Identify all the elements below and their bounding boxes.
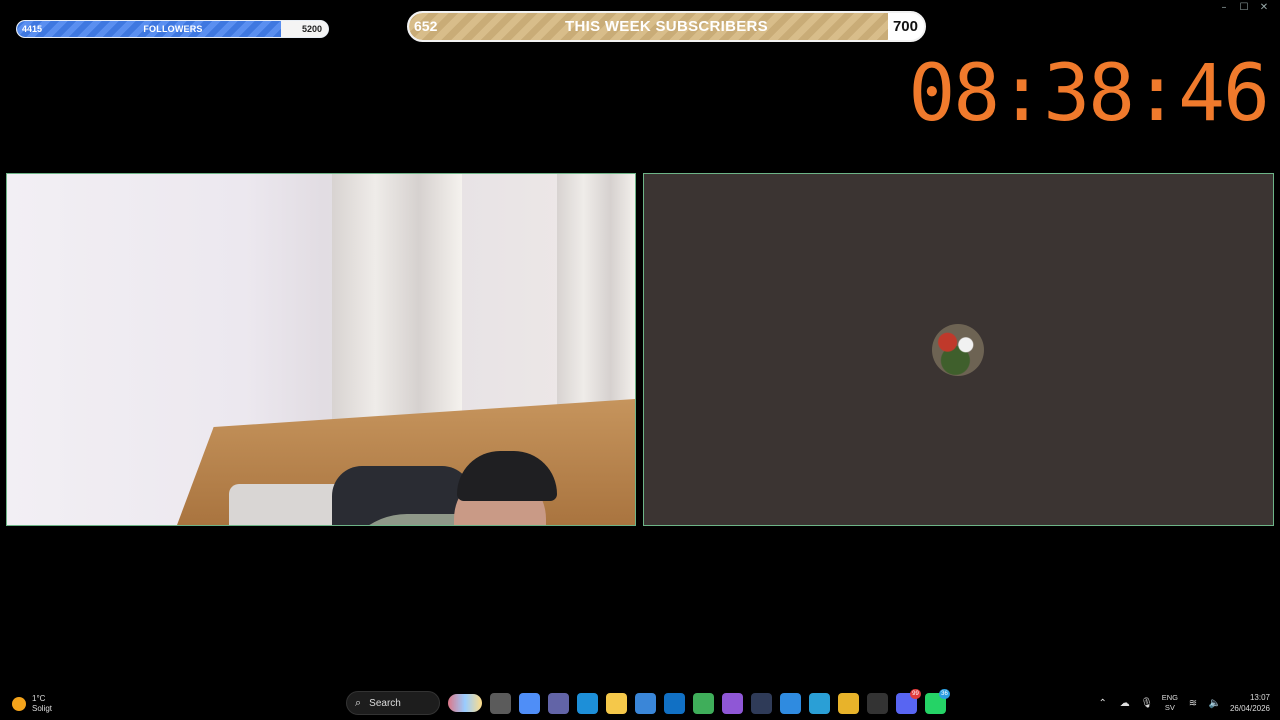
subscribers-title: THIS WEEK SUBSCRIBERS — [565, 18, 768, 35]
edge-icon[interactable] — [577, 692, 598, 714]
search-highlight-icon[interactable] — [448, 694, 482, 712]
search-label: Search — [369, 697, 401, 709]
sun-icon — [12, 697, 26, 711]
language-code: ENG — [1161, 693, 1178, 702]
webcam-panel — [6, 173, 636, 526]
weather-condition: Soligt — [32, 704, 53, 713]
followers-goal: 5200 — [301, 24, 322, 34]
chevron-up-icon[interactable]: ⌃ — [1096, 698, 1110, 709]
minimize-button[interactable]: – — [1214, 2, 1234, 14]
weather-widget[interactable]: 1°C Soligt — [12, 694, 52, 714]
input-language[interactable]: ENG SV — [1162, 693, 1178, 713]
countdown-clock: 08:38:46 — [908, 49, 1270, 139]
system-tray: ⌃ ☁ 🎙 ENG SV ≋ 🔈 13:07 26/04/2026 — [1096, 692, 1270, 714]
wifi-icon[interactable]: ≋ — [1186, 698, 1200, 709]
followers-title: FOLLOWERS — [143, 24, 203, 34]
subscribers-goal: 700 — [892, 18, 918, 35]
taskbar-time: 13:07 — [1249, 693, 1270, 702]
followers-goal-bar: 4415 FOLLOWERS 5200 — [16, 20, 329, 38]
taskbar-apps: ⌕ Search 99 36 — [320, 688, 950, 715]
windows-taskbar: 1°C Soligt ⌕ Search 99 36 ⌃ ☁ 🎙 ENG SV ≋ … — [0, 688, 1280, 720]
folder-icon[interactable] — [606, 692, 627, 714]
whatsapp-icon[interactable]: 36 — [925, 688, 950, 714]
region-code: SV — [1164, 703, 1175, 712]
app-cube-icon[interactable] — [751, 692, 772, 714]
discord-user-avatar[interactable] — [932, 324, 984, 376]
maximize-button[interactable]: ☐ — [1234, 2, 1254, 14]
photos-icon[interactable] — [780, 692, 801, 714]
search-icon: ⌕ — [355, 696, 362, 709]
teams-icon[interactable] — [548, 692, 569, 714]
windows-start-icon[interactable] — [320, 694, 338, 712]
copilot-icon[interactable] — [519, 692, 540, 714]
clock-date[interactable]: 13:07 26/04/2026 — [1230, 692, 1270, 714]
stream-overlay: – ☐ ✕ 4415 FOLLOWERS 5200 652 THIS WEEK … — [0, 0, 1280, 720]
discord-call-panel — [643, 173, 1274, 526]
notification-badge: 36 — [939, 688, 950, 699]
microphone-icon[interactable]: 🎙 — [1140, 698, 1154, 709]
webcam-curtain — [332, 174, 462, 444]
taskbar-date: 26/04/2026 — [1229, 704, 1270, 713]
speaker-icon[interactable]: 🔈 — [1208, 698, 1222, 709]
subscribers-goal-bar: 652 THIS WEEK SUBSCRIBERS 700 — [407, 11, 926, 42]
cloud-icon[interactable]: ☁ — [1118, 698, 1132, 709]
weather-text: 1°C Soligt — [32, 694, 52, 714]
obs-icon[interactable] — [867, 692, 888, 714]
taskbar-search-box[interactable]: ⌕ Search — [346, 691, 440, 715]
shield-icon[interactable] — [693, 692, 714, 714]
notification-badge: 99 — [910, 688, 921, 699]
close-button[interactable]: ✕ — [1254, 2, 1274, 14]
chrome-icon[interactable] — [838, 692, 859, 714]
discord-icon[interactable]: 99 — [896, 688, 921, 714]
window-controls: – ☐ ✕ — [1214, 2, 1274, 14]
outlook-icon[interactable] — [664, 692, 685, 714]
store-icon[interactable] — [635, 692, 656, 714]
weather-temperature: 1°C — [32, 694, 46, 703]
m365-icon[interactable] — [722, 692, 743, 714]
whiteboard-icon[interactable] — [809, 692, 830, 714]
file-explorer-files-icon[interactable] — [490, 692, 511, 714]
